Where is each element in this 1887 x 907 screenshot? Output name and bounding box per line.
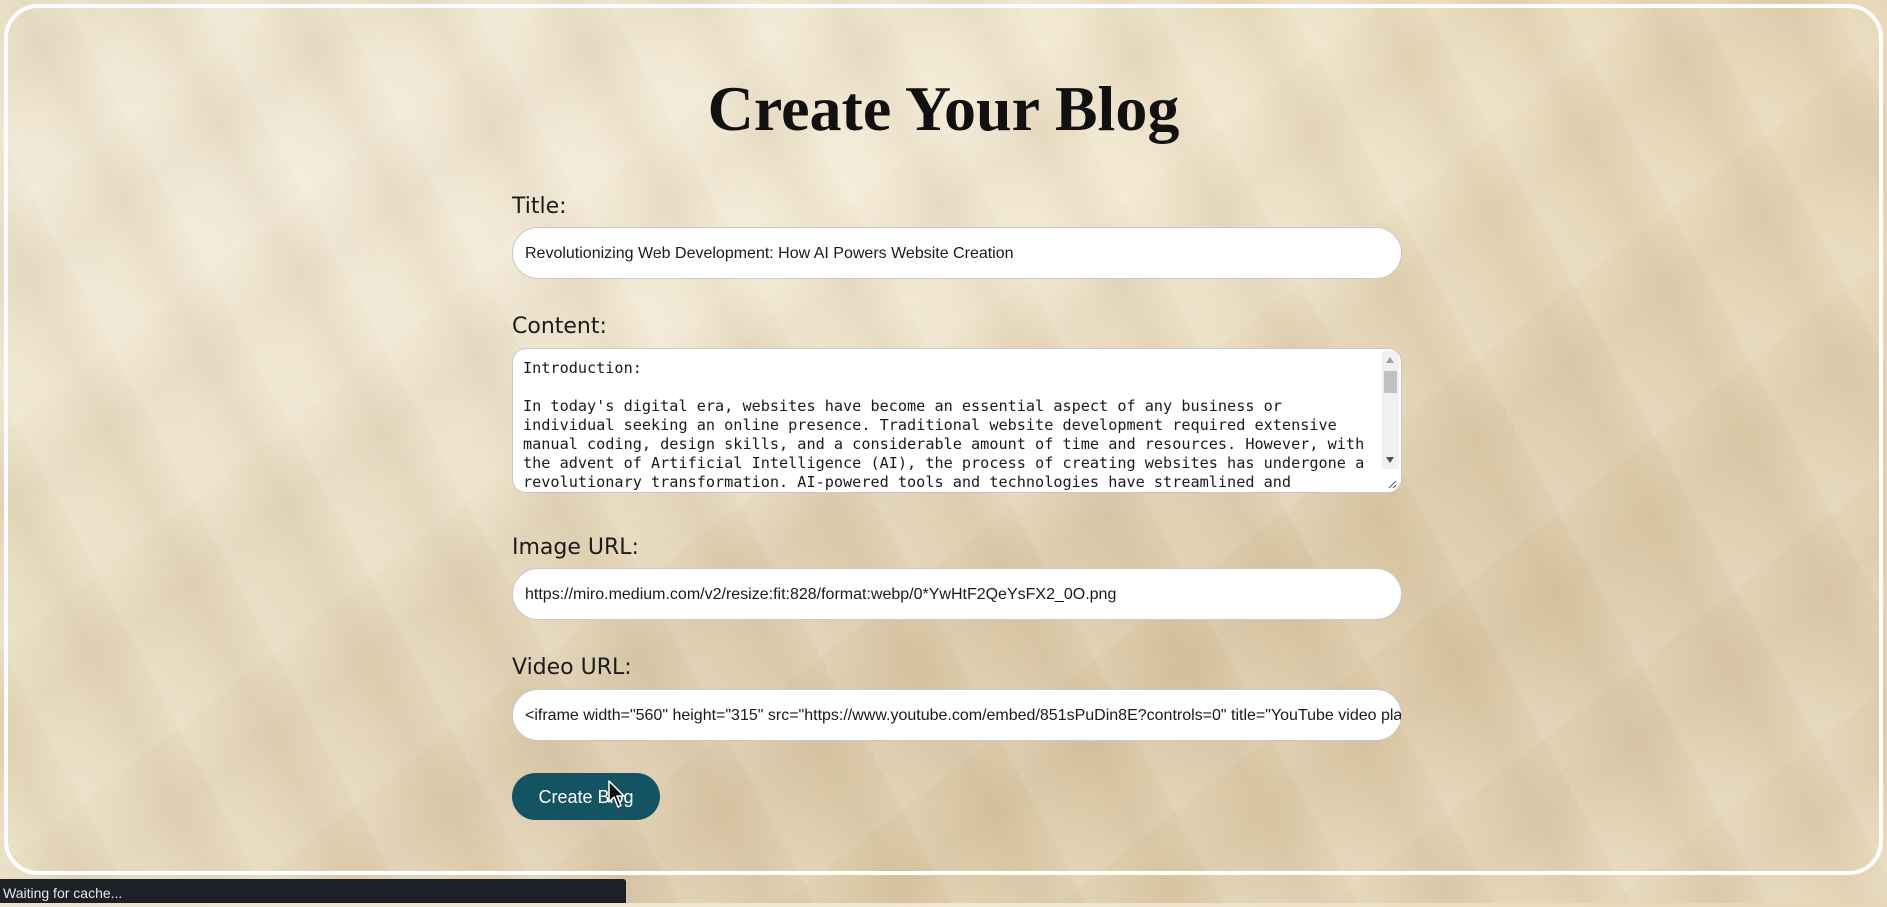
resize-grip-icon[interactable]: [1387, 479, 1397, 489]
image-url-label: Image URL:: [512, 535, 639, 560]
status-bar: Waiting for cache...: [0, 879, 626, 903]
title-label: Title:: [512, 194, 567, 219]
content-label: Content:: [512, 314, 607, 339]
content-scrollbar[interactable]: [1382, 351, 1399, 469]
content-textarea[interactable]: Introduction: In today's digital era, we…: [512, 348, 1402, 493]
scroll-thumb[interactable]: [1384, 371, 1397, 393]
title-input[interactable]: Revolutionizing Web Development: How AI …: [512, 227, 1402, 279]
mouse-pointer-icon: [608, 780, 625, 808]
create-blog-button[interactable]: Create Blog: [512, 773, 660, 820]
scroll-up-icon[interactable]: [1386, 357, 1394, 363]
page-title: Create Your Blog: [707, 73, 1180, 144]
image-url-input[interactable]: https://miro.medium.com/v2/resize:fit:82…: [512, 568, 1402, 620]
content-text: Introduction: In today's digital era, we…: [523, 359, 1365, 491]
video-url-label: Video URL:: [512, 655, 632, 680]
video-url-input[interactable]: <iframe width="560" height="315" src="ht…: [512, 689, 1402, 741]
scroll-down-icon[interactable]: [1386, 457, 1394, 463]
